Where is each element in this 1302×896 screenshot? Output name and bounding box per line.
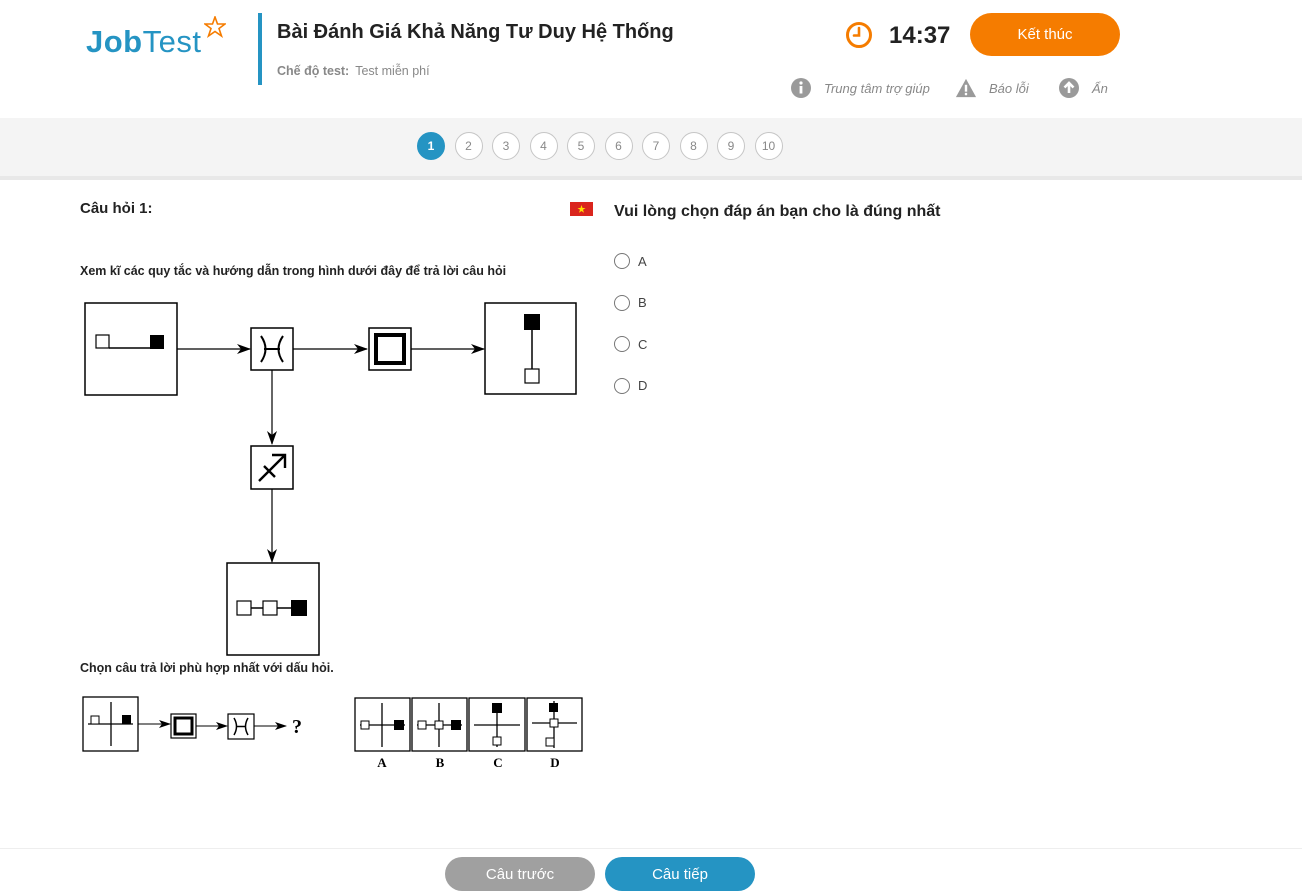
radio-button[interactable] [614,253,630,269]
question-pager: 1 2 3 4 5 6 7 8 9 10 [417,132,783,160]
report-error-link[interactable]: Báo lỗi [955,76,1029,100]
answer-option-label: C [638,336,648,352]
answer-option-a[interactable]: A [614,252,647,270]
header: JobTest Bài Đánh Giá Khả Năng Tư Duy Hệ … [0,0,1302,118]
test-title: Bài Đánh Giá Khả Năng Tư Duy Hệ Thống [277,21,674,43]
question-instruction: Xem kĩ các quy tắc và hướng dẫn trong hì… [80,264,507,278]
help-center-label: Trung tâm trợ giúp [824,80,930,96]
answer-option-label: B [638,295,647,310]
page-number-9[interactable]: 9 [717,132,745,160]
page-number-5[interactable]: 5 [567,132,595,160]
hide-link[interactable]: Ẩn [1058,76,1108,100]
previous-question-button[interactable]: Câu trước [445,857,595,891]
square-operator-box [368,327,412,371]
question-pisces-operator [227,713,255,740]
answer-option-d[interactable]: D [614,377,647,395]
page-number-1[interactable]: 1 [417,132,445,160]
radio-button[interactable] [614,377,630,394]
star-icon [204,16,226,38]
result-figure-box-right [484,302,577,395]
question-square-operator [170,713,197,739]
start-figure-box [84,302,178,396]
report-error-label: Báo lỗi [989,80,1029,96]
sagittarius-operator-box [250,445,294,490]
rules-diagram [84,302,577,656]
answer-option-label: D [638,378,648,393]
question-start-box [82,696,139,752]
page-number-7[interactable]: 7 [642,132,670,160]
logo-text-bold: Job [86,24,143,59]
question-number: Câu hỏi 1: [80,200,153,217]
radio-button[interactable] [614,294,630,311]
next-question-button[interactable]: Câu tiếp [605,857,755,891]
clock-icon [846,22,872,48]
flag-star-icon [577,205,586,213]
figure-option-a [354,697,411,752]
radio-button[interactable] [614,336,630,352]
mode-label: Chế độ test: [277,64,350,78]
figure-label-b: B [436,755,445,770]
page-number-3[interactable]: 3 [492,132,520,160]
question-figure: ? A B C D [82,696,583,770]
answer-option-c[interactable]: C [614,335,647,353]
mode-value: Test miễn phí [355,64,430,78]
answer-option-b[interactable]: B [614,294,647,312]
jobtest-logo[interactable]: JobTest [86,16,231,64]
figure-option-b [411,697,468,752]
choose-instruction: Chọn câu trả lời phù hợp nhất với dấu hỏ… [80,661,334,675]
logo-text-light: Test [142,24,202,59]
answer-options: A B C D [614,252,647,418]
title-divider [258,13,262,85]
warning-icon [955,78,977,98]
pisces-operator-box [250,327,294,371]
question-pager-bar: 1 2 3 4 5 6 7 8 9 10 [0,118,1302,180]
hide-label: Ẩn [1092,80,1108,96]
page-number-4[interactable]: 4 [529,132,558,160]
result-figure-box-bottom [226,562,320,656]
figure-label-d: D [550,755,559,770]
page-number-6[interactable]: 6 [604,132,633,160]
page-number-2[interactable]: 2 [454,132,483,160]
info-icon [791,78,811,98]
answer-prompt: Vui lòng chọn đáp án bạn cho là đúng nhấ… [614,203,941,220]
end-test-button[interactable]: Kết thúc [970,13,1120,56]
arrow-up-icon [1059,78,1079,98]
page-number-8[interactable]: 8 [679,132,708,160]
countdown-timer: 14:37 [889,22,951,49]
page-number-10[interactable]: 10 [754,132,783,160]
figure-label-a: A [377,755,387,770]
answer-option-label: A [638,253,647,269]
figure-option-d [526,697,583,752]
test-mode: Chế độ test: Test miễn phí [277,64,430,78]
figure-option-c [468,697,526,752]
vietnam-flag-icon[interactable] [570,202,593,216]
help-center-link[interactable]: Trung tâm trợ giúp [790,76,930,100]
question-mark: ? [292,716,302,738]
figure-label-c: C [493,755,502,770]
